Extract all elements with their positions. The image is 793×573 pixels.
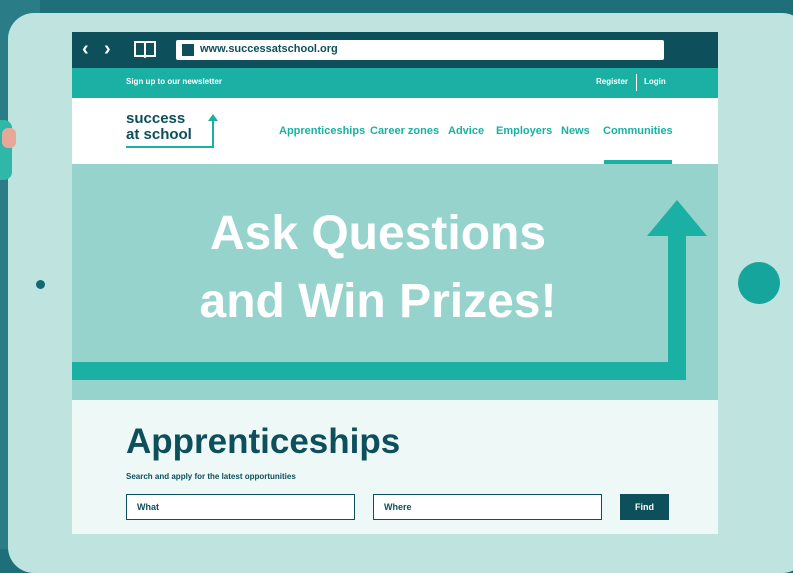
topbar-divider [636,74,637,91]
hero-banner[interactable]: Ask Questions and Win Prizes! [72,164,718,400]
chevron-left-icon[interactable]: ‹ [82,38,89,60]
chevron-right-icon[interactable]: › [104,38,111,60]
logo-arrow-icon [212,119,214,148]
logo-underline [126,146,214,148]
site-header: success at school Apprenticeships Career… [72,98,718,164]
hero-arrow-horizontal [72,362,686,380]
logo-arrow-head-icon [208,114,218,121]
nav-item-advice[interactable]: Advice [448,125,484,137]
nav-item-career-zones[interactable]: Career zones [370,125,439,137]
what-placeholder: What [137,502,159,512]
site-topbar: Sign up to our newsletter Register Login [72,68,718,98]
find-button[interactable]: Find [620,494,669,520]
url-text: www.successatschool.org [200,43,338,55]
favicon-icon [182,44,194,56]
tablet-camera [36,280,45,289]
browser-toolbar: ‹ › www.successatschool.org [72,32,718,68]
where-placeholder: Where [384,502,412,512]
nav-item-apprenticeships[interactable]: Apprenticeships [279,125,365,137]
tablet-home-button [738,262,780,304]
newsletter-link[interactable]: Sign up to our newsletter [126,77,222,86]
address-bar[interactable]: www.successatschool.org [176,40,664,60]
nav-item-communities[interactable]: Communities [603,125,673,137]
nav-item-news[interactable]: News [561,125,590,137]
logo-text-line1: success [126,110,186,127]
section-subtitle: Search and apply for the latest opportun… [126,472,296,481]
hero-headline-line2: and Win Prizes! [199,275,557,328]
section-title: Apprenticeships [126,422,401,461]
finger-illustration [2,128,16,148]
login-link[interactable]: Login [644,77,666,86]
apprenticeships-section: Apprenticeships Search and apply for the… [72,400,718,534]
nav-item-employers[interactable]: Employers [496,125,552,137]
book-icon[interactable] [134,40,156,58]
logo-text-line2: at school [126,126,192,143]
site-logo[interactable]: success at school [126,111,222,151]
hero-headline-line1: Ask Questions [209,207,547,260]
what-input[interactable]: What [126,494,355,520]
where-input[interactable]: Where [373,494,602,520]
register-link[interactable]: Register [596,77,628,86]
